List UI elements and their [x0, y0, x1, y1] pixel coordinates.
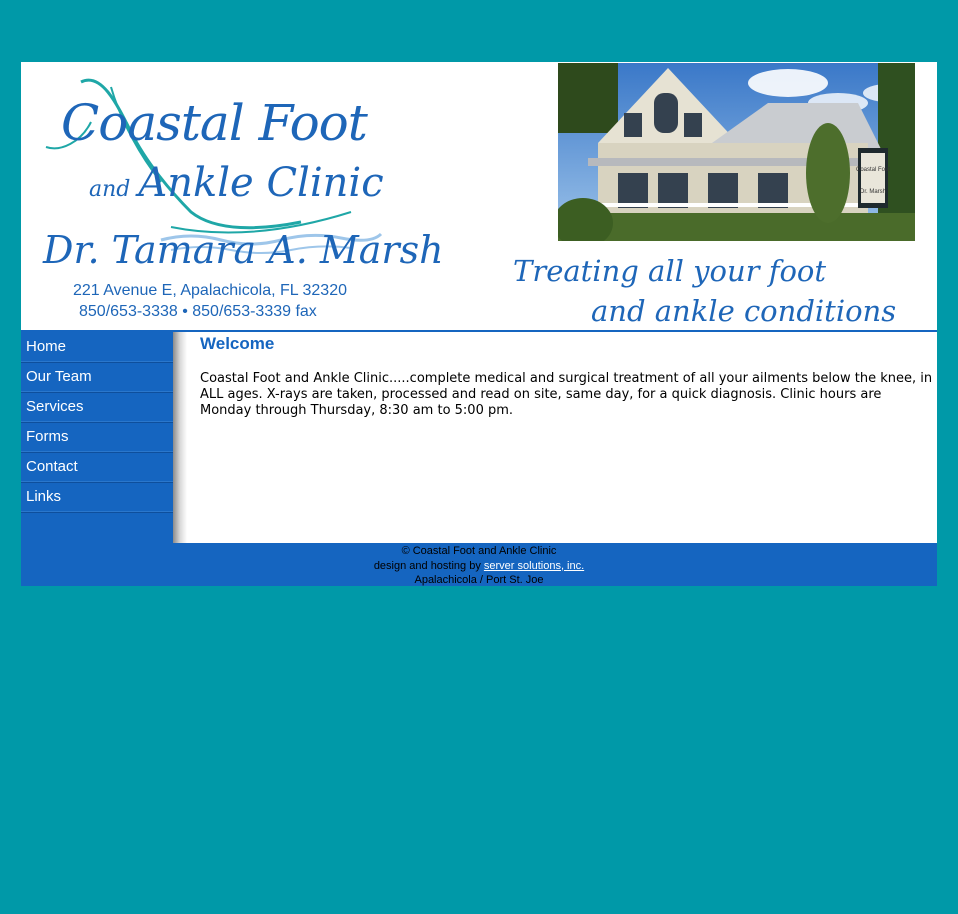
footer-credit: design and hosting by server solutions, …	[21, 559, 937, 574]
footer-copyright: © Coastal Foot and Ankle Clinic	[401, 545, 557, 557]
logo-title-line1: Coastal Foot	[61, 94, 368, 152]
clinic-phones: 850/653-3338 • 850/653-3339 fax	[79, 303, 317, 320]
page-container: Coastal Foot and Ankle Clinic Dr. Tamara …	[21, 62, 937, 586]
nav-item-forms[interactable]: Forms	[21, 422, 173, 452]
nav-item-links[interactable]: Links	[21, 482, 173, 512]
header: Coastal Foot and Ankle Clinic Dr. Tamara …	[21, 62, 937, 330]
photo-sign-text-2: Dr. Marsh	[860, 189, 886, 195]
footer-credit-prefix: design and hosting by	[373, 559, 481, 572]
logo-title-and: and	[89, 177, 131, 202]
nav-item-services[interactable]: Services	[21, 392, 173, 422]
welcome-paragraph: Coastal Foot and Ankle Clinic.....comple…	[200, 371, 933, 418]
logo-title-line2-text: Ankle Clinic	[138, 160, 384, 206]
server-solutions-link[interactable]: server solutions, inc.	[484, 560, 584, 572]
logo-title-line2: and Ankle Clinic	[89, 160, 384, 206]
tagline-line1: Treating all your foot	[513, 254, 827, 288]
nav-item-contact[interactable]: Contact	[21, 452, 173, 482]
nav-item-our-team[interactable]: Our Team	[21, 362, 173, 392]
nav-item-home[interactable]: Home	[21, 332, 173, 362]
main-content: Welcome Coastal Foot and Ankle Clinic...…	[200, 334, 933, 419]
footer: © Coastal Foot and Ankle Clinic design a…	[21, 543, 937, 586]
clinic-building-photo: Coastal Foot Dr. Marsh	[558, 63, 915, 241]
footer-locations: Apalachicola / Port St. Joe	[414, 574, 544, 586]
photo-sign-text-1: Coastal Foot	[856, 167, 890, 173]
tagline-line2: and ankle conditions	[591, 294, 897, 328]
sidebar-shadow	[173, 332, 187, 543]
page-title: Welcome	[200, 334, 275, 353]
sidebar-nav: Home Our Team Services Forms Contact Lin…	[21, 332, 173, 543]
doctor-name: Dr. Tamara A. Marsh	[43, 228, 444, 272]
clinic-address: 221 Avenue E, Apalachicola, FL 32320	[73, 282, 347, 299]
